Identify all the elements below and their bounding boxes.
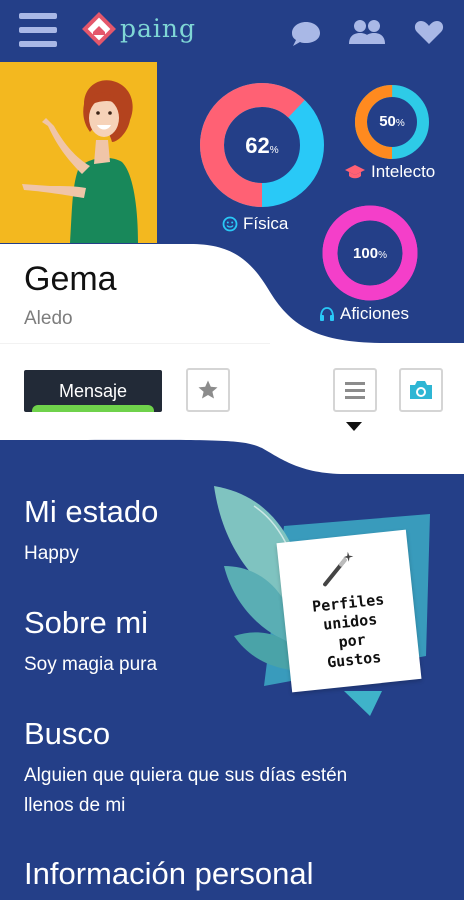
heart-icon[interactable] [414, 19, 444, 45]
menu-icon[interactable] [19, 13, 57, 47]
message-button-label: Mensaje [58, 381, 128, 401]
promo-card: Perfiles unidos por Gustos [276, 529, 422, 693]
logo-text: paing [120, 14, 197, 43]
smile-icon [222, 216, 238, 232]
promo-graphic: Perfiles unidos por Gustos [204, 486, 436, 716]
intelecto-value: 50% [379, 113, 405, 130]
aficiones-value: 100% [353, 245, 387, 262]
promo-text: Perfiles unidos por Gustos [311, 590, 386, 672]
about-text: Soy magia pura [24, 654, 158, 675]
graduation-cap-icon [345, 165, 365, 179]
profile-hero: Gema Aledo 62% Física 50% Intelecto 100% [0, 62, 464, 362]
logo-mark-icon [82, 12, 116, 46]
looking-for-text: Alguien que quiera que sus días estén ll… [24, 765, 348, 816]
users-icon[interactable] [348, 19, 386, 45]
message-button[interactable]: Mensaje [24, 370, 162, 412]
options-button[interactable] [333, 368, 377, 412]
about-title: Sobre mi [24, 605, 149, 640]
star-icon [198, 380, 218, 399]
top-bar: paing [0, 0, 464, 62]
aficiones-label: Aficiones [319, 304, 409, 324]
headphones-icon [320, 307, 334, 321]
list-icon [345, 382, 365, 399]
personal-info-title: Información personal [24, 856, 314, 891]
favorite-button[interactable] [186, 368, 230, 412]
options-caret-icon [346, 422, 362, 431]
message-button-bar [32, 405, 154, 412]
app-logo[interactable]: paing [80, 8, 230, 52]
profile-location: Aledo [24, 308, 73, 329]
profile-name: Gema [24, 260, 117, 298]
looking-for-title: Busco [24, 716, 111, 751]
fisica-label: Física [222, 214, 288, 234]
camera-button[interactable] [399, 368, 443, 412]
camera-icon [410, 381, 432, 399]
chat-icon[interactable] [290, 20, 322, 48]
magic-wand-icon [323, 551, 354, 587]
intelecto-label: Intelecto [344, 162, 435, 182]
status-text: Happy [24, 543, 79, 564]
profile-actions: Mensaje [0, 344, 464, 474]
status-title: Mi estado [24, 494, 159, 529]
fisica-value: 62% [245, 133, 279, 158]
